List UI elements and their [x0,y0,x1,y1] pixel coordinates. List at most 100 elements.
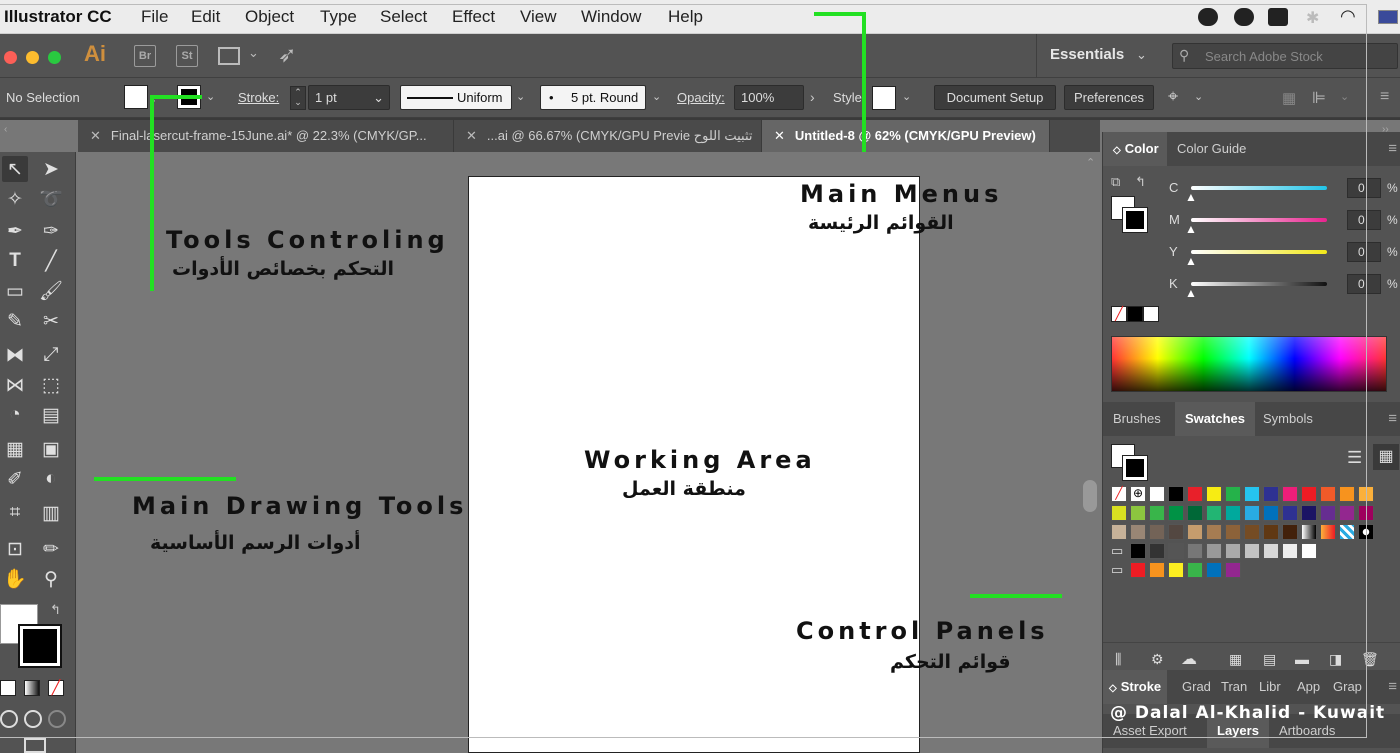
line-tool-icon[interactable]: ╱ [38,248,64,274]
tab-color-guide[interactable]: Color Guide [1167,132,1256,166]
swatch-group-folder-icon[interactable]: ▭ [1111,562,1127,578]
app-menu[interactable]: Illustrator CC [4,7,112,27]
tab-appearance[interactable]: App [1289,670,1328,704]
swatch-chip[interactable] [1320,486,1336,502]
tab-stroke[interactable]: ◇ Stroke [1103,670,1168,704]
swatch-chip[interactable] [1168,486,1184,502]
none-mode-icon[interactable]: ╱ [48,680,64,696]
tab-document-2[interactable]: ✕ ...ai @ 66.67% (CMYK/GPU Previe تثبيت ا… [454,120,762,152]
panel-menu-icon[interactable]: ≡ [1388,140,1397,157]
menu-edit[interactable]: Edit [191,7,220,27]
chevron-down-icon[interactable]: ⌄ [1194,90,1203,103]
stock-button[interactable]: St [176,45,198,67]
tab-document-1[interactable]: ✕ Final-lasercut-frame-15June.ai* @ 22.3%… [78,120,454,152]
document-setup-button[interactable]: Document Setup [934,85,1056,110]
width-tool-icon[interactable]: ⋈ [2,372,28,398]
graphic-style-swatch[interactable] [872,86,896,110]
swatch-chip[interactable] [1206,543,1222,559]
swatch-chip[interactable] [1130,562,1146,578]
swatch-chip[interactable] [1282,505,1298,521]
tab-color[interactable]: ◇ Color [1103,132,1167,166]
transform-icon[interactable]: ⌖ [1168,86,1178,107]
swatch-chip[interactable] [1339,524,1355,540]
swatch-chip[interactable] [1225,543,1241,559]
swatch-chip[interactable] [1206,524,1222,540]
chevron-down-icon[interactable]: ⌄ [516,90,525,103]
slider-handle-icon[interactable]: ▲ [1185,286,1197,300]
swatch-chip[interactable] [1301,505,1317,521]
screen-mode-icon[interactable] [24,738,46,753]
menu-icon[interactable]: ≡ [1380,88,1389,106]
magic-wand-tool-icon[interactable]: ✧ [2,186,28,212]
swatch-chip[interactable] [1263,543,1279,559]
swatch-kind-icon[interactable]: ⚙ [1151,651,1164,668]
stroke-color-box[interactable] [18,624,62,668]
gpu-performance-icon[interactable]: ➶ [278,42,296,68]
curvature-tool-icon[interactable]: ✑ [38,218,64,244]
swatch-chip[interactable] [1282,486,1298,502]
default-colors-icon[interactable]: ⧉ [1111,174,1120,190]
magenta-slider[interactable] [1191,218,1327,222]
stroke-weight-field[interactable]: 1 pt ⌄ [308,85,390,110]
swatch-chip[interactable] [1130,543,1146,559]
close-icon[interactable]: ✕ [90,128,101,143]
swatch-chip[interactable] [1149,524,1165,540]
edit-swatch-icon[interactable]: ▤ [1263,651,1276,668]
black-slider[interactable] [1191,282,1327,286]
swatch-chip[interactable] [1187,524,1203,540]
swatch-chip[interactable] [1130,505,1146,521]
swatch-chip[interactable] [1339,505,1355,521]
column-graph-tool-icon[interactable]: ▥ [38,500,64,526]
swatch-chip[interactable] [1320,505,1336,521]
swap-fill-stroke-icon[interactable]: ↰ [50,602,61,618]
menu-select[interactable]: Select [380,7,427,27]
free-transform-tool-icon[interactable]: ⬚ [38,372,64,398]
reflect-tool-icon[interactable]: ⧓ [2,342,28,368]
black-value-field[interactable]: 0 [1347,274,1381,294]
menu-type[interactable]: Type [320,7,357,27]
stroke-label[interactable]: Stroke: [238,90,279,105]
color-mode-icon[interactable] [0,680,16,696]
symbol-sprayer-tool-icon[interactable]: ⌗ [2,500,28,526]
collapse-panels-icon[interactable]: ›› [1382,124,1389,135]
swatch-chip[interactable] [1168,524,1184,540]
creative-cloud-icon[interactable] [1198,8,1218,26]
eyedropper-tool-icon[interactable]: ✐ [2,466,28,492]
black-swatch[interactable] [1127,306,1143,322]
list-view-icon[interactable]: ☰ [1347,448,1362,468]
chevron-down-icon[interactable]: ⌄ [206,90,215,103]
collapse-tools-icon[interactable]: ‹ [4,124,7,135]
slider-handle-icon[interactable]: ▲ [1185,222,1197,236]
menu-view[interactable]: View [520,7,557,27]
opacity-label[interactable]: Opacity: [677,90,725,105]
yellow-value-field[interactable]: 0 [1347,242,1381,262]
swatch-chip[interactable] [1225,505,1241,521]
swatch-chip[interactable]: ⊕ [1130,486,1146,502]
swatch-chip[interactable] [1168,505,1184,521]
swatch-libraries-icon[interactable]: ⫼ [1115,651,1121,668]
direct-selection-tool-icon[interactable]: ➤ [38,156,64,182]
swatch-group-folder-icon[interactable]: ▭ [1111,543,1127,559]
cyan-value-field[interactable]: 0 [1347,178,1381,198]
gradient-tool-icon[interactable]: ▣ [38,436,64,462]
isolate-icon[interactable]: ⊫ [1312,88,1326,108]
type-tool-icon[interactable]: T [2,248,28,274]
swatch-stroke-box[interactable] [1122,455,1148,481]
workspace-switcher[interactable]: Essentials [1050,46,1124,63]
brush-definition[interactable]: • 5 pt. Round [540,85,646,110]
gradient-mode-icon[interactable] [24,680,40,696]
color-spectrum[interactable] [1111,336,1387,392]
draw-normal-icon[interactable] [0,710,18,728]
close-icon[interactable]: ✕ [774,128,785,143]
swatch-chip[interactable] [1149,562,1165,578]
swatch-chip[interactable] [1244,524,1260,540]
swap-colors-icon[interactable]: ↰ [1135,174,1146,190]
menu-help[interactable]: Help [668,7,703,27]
swatch-chip[interactable] [1206,562,1222,578]
tab-transparency[interactable]: Tran [1213,670,1255,704]
grid-view-icon[interactable]: ▦ [1373,444,1399,470]
swatch-chip[interactable] [1187,486,1203,502]
swatch-chip[interactable] [1301,486,1317,502]
swatch-chip[interactable] [1111,524,1127,540]
swatch-chip[interactable] [1168,543,1184,559]
